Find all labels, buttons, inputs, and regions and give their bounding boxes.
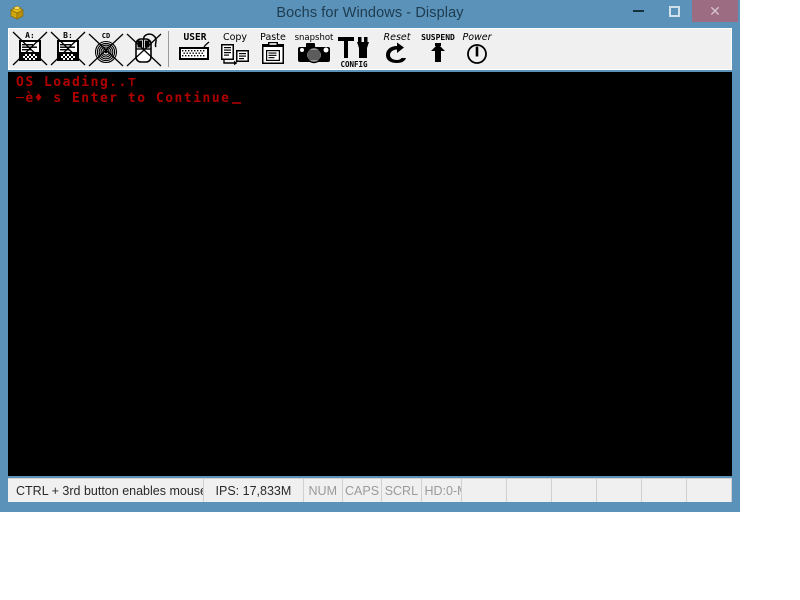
minimize-icon xyxy=(632,10,644,12)
status-ips: IPS: 17,833M xyxy=(204,479,304,502)
status-cell-empty-1 xyxy=(462,479,508,502)
caps-lock-indicator: CAPS xyxy=(343,479,383,502)
reset-arrow-icon xyxy=(386,42,406,63)
suspend-icon xyxy=(431,43,445,62)
status-cell-empty-4 xyxy=(597,479,643,502)
svg-text:USER: USER xyxy=(184,32,207,43)
reset-button[interactable]: Reset xyxy=(378,29,416,69)
minimize-button[interactable] xyxy=(620,0,656,22)
toolbar: A: B: CD USER Copy Paste snapshot CONFIG… xyxy=(8,28,732,70)
tools-icon xyxy=(338,37,369,58)
config-button[interactable]: CONFIG xyxy=(334,29,372,69)
window-controls: ✕ xyxy=(620,0,738,26)
svg-text:CONFIG: CONFIG xyxy=(340,60,368,69)
camera-icon xyxy=(298,43,330,64)
status-cell-empty-2 xyxy=(507,479,553,502)
paste-icon xyxy=(262,42,284,64)
bochs-window: Bochs for Windows - Display ✕ A: B: CD U… xyxy=(0,0,740,512)
vga-text-line-2-wrap: ─è♦ s Enter to Continue xyxy=(16,91,732,107)
svg-text:CD: CD xyxy=(102,32,110,40)
title-bar: Bochs for Windows - Display ✕ xyxy=(0,0,740,26)
svg-text:Copy: Copy xyxy=(223,32,247,43)
status-message: CTRL + 3rd button enables mouse xyxy=(8,479,205,502)
mouse-button[interactable] xyxy=(125,29,163,69)
svg-text:B:: B: xyxy=(63,31,73,40)
svg-text:Power: Power xyxy=(462,32,492,43)
svg-text:A:: A: xyxy=(25,31,35,40)
vga-display[interactable]: OS Loading..⊤ ─è♦ s Enter to Continue xyxy=(8,72,732,476)
vga-text-line-1: OS Loading..⊤ xyxy=(16,75,138,90)
scroll-lock-indicator: SCRL xyxy=(382,479,422,502)
snapshot-button[interactable]: snapshot xyxy=(292,29,334,69)
toolbar-separator xyxy=(168,31,169,67)
vga-text-line-2: ─è♦ s Enter to Continue xyxy=(16,91,231,106)
suspend-button[interactable]: SUSPEND xyxy=(416,29,458,69)
svg-text:snapshot: snapshot xyxy=(295,33,334,43)
svg-text:Reset: Reset xyxy=(384,32,412,43)
status-cell-empty-3 xyxy=(552,479,598,502)
copy-icon xyxy=(221,44,249,66)
svg-text:SUSPEND: SUSPEND xyxy=(421,33,455,42)
status-bar: CTRL + 3rd button enables mouse IPS: 17,… xyxy=(8,478,732,502)
svg-text:Paste: Paste xyxy=(260,32,286,43)
power-button[interactable]: Power xyxy=(458,29,496,69)
copy-button[interactable]: Copy xyxy=(216,29,254,69)
maximize-button[interactable] xyxy=(656,0,692,22)
hd-activity-indicator: HD:0-M xyxy=(422,479,463,502)
keyboard-icon xyxy=(179,41,210,60)
status-cell-empty-6 xyxy=(687,479,732,502)
status-cell-empty-5 xyxy=(642,479,688,502)
close-button[interactable]: ✕ xyxy=(692,0,738,22)
paste-button[interactable]: Paste xyxy=(254,29,292,69)
close-icon: ✕ xyxy=(709,3,721,19)
user-button[interactable]: USER xyxy=(174,29,216,69)
maximize-icon xyxy=(668,5,680,17)
screen-root: Bochs for Windows - Display ✕ A: B: CD U… xyxy=(0,0,800,600)
cdrom-button[interactable]: CD xyxy=(87,29,125,69)
floppy-a-button[interactable]: A: xyxy=(11,29,49,69)
power-icon xyxy=(467,44,487,64)
floppy-b-button[interactable]: B: xyxy=(49,29,87,69)
num-lock-indicator: NUM xyxy=(304,479,343,502)
text-cursor xyxy=(231,102,241,104)
